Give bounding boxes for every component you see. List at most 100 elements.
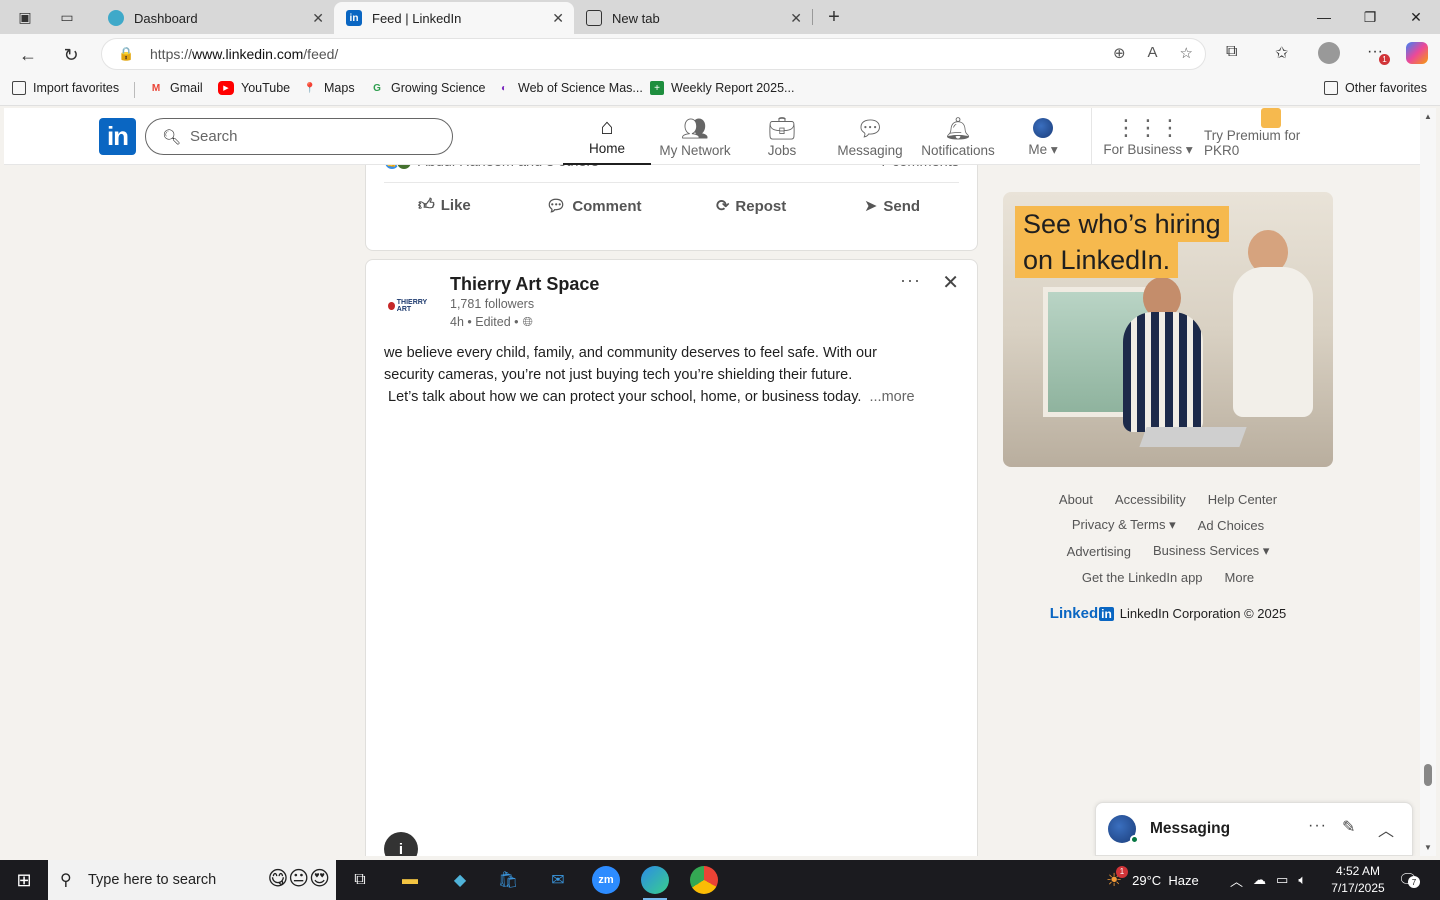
nav-label: Try Premium for PKR0 bbox=[1204, 128, 1301, 158]
edge-browser-icon[interactable] bbox=[641, 866, 669, 900]
like-button[interactable]: 👍︎ Like bbox=[418, 196, 471, 215]
web-of-science-icon: ◐ bbox=[500, 82, 508, 94]
profile-avatar-icon[interactable] bbox=[1318, 42, 1340, 64]
task-view-icon[interactable]: ⧉ bbox=[346, 866, 374, 894]
favorite-growing-science[interactable]: G Growing Science bbox=[370, 81, 485, 95]
tray-overflow-chevron-icon[interactable]: ︿ bbox=[1230, 871, 1243, 890]
footer-link-label: Privacy & Terms bbox=[1071, 517, 1166, 532]
compose-message-icon[interactable]: ✎ bbox=[1342, 817, 1355, 837]
taskbar-search-placeholder: Type here to search bbox=[88, 872, 217, 888]
favorite-gmail[interactable]: M Gmail bbox=[149, 81, 203, 95]
search-icon: ⚲ bbox=[60, 872, 72, 889]
nav-try-premium[interactable]: Try Premium for PKR0 bbox=[1204, 108, 1338, 165]
footer-link-get-app[interactable]: Get the LinkedIn app bbox=[1082, 570, 1203, 585]
close-tab-icon[interactable]: ✕ bbox=[790, 10, 802, 27]
tab-dashboard[interactable]: Dashboard ✕ bbox=[96, 2, 334, 34]
footer-link-ad-choices[interactable]: Ad Choices bbox=[1198, 518, 1264, 533]
scrollbar-thumb[interactable] bbox=[1424, 764, 1432, 786]
search-input[interactable]: 🔍︎ Search bbox=[145, 118, 453, 155]
clock[interactable]: 4:52 AM 7/17/2025 bbox=[1328, 863, 1388, 897]
linkedin-logo-icon[interactable]: in bbox=[99, 118, 136, 155]
comment-button[interactable]: 💬︎ Comment bbox=[546, 196, 641, 216]
restore-icon[interactable]: ❐ bbox=[1355, 6, 1385, 28]
favorite-maps[interactable]: 📍 Maps bbox=[303, 81, 355, 95]
file-explorer-icon[interactable]: ▬ bbox=[396, 866, 424, 894]
folder-icon bbox=[1324, 81, 1338, 95]
favorite-weekly-report[interactable]: + Weekly Report 2025... bbox=[650, 81, 794, 95]
post-text-line: Let’s talk about how we can protect your… bbox=[384, 389, 862, 405]
send-button[interactable]: ➤ Send bbox=[864, 196, 920, 216]
zoom-icon[interactable]: ⊕ bbox=[1113, 44, 1126, 62]
nav-notifications[interactable]: 🔔︎ Notifications bbox=[916, 108, 1000, 165]
close-window-icon[interactable]: ✕ bbox=[1401, 6, 1431, 28]
url-input[interactable]: 🔒 https://www.linkedin.com/feed/ ⊕ A ☆ bbox=[101, 38, 1206, 70]
taskbar-search-input[interactable]: ⚲ Type here to search 😋😐😍 bbox=[48, 860, 336, 900]
tab-actions-icon[interactable]: ▭ bbox=[56, 6, 78, 28]
info-icon[interactable]: i bbox=[384, 832, 418, 856]
nav-messaging[interactable]: 💬︎ Messaging bbox=[830, 108, 910, 165]
repost-button[interactable]: ⟳ Repost bbox=[716, 196, 786, 216]
volume-icon[interactable]: 🔈︎ bbox=[1298, 872, 1306, 888]
footer-link-privacy[interactable]: Privacy & Terms ▾ bbox=[1072, 517, 1176, 533]
onedrive-icon[interactable]: ☁ bbox=[1253, 872, 1266, 888]
new-tab-favicon bbox=[586, 10, 602, 26]
dismiss-post-icon[interactable]: ✕ bbox=[942, 270, 959, 295]
favorite-web-of-science[interactable]: ◐ Web of Science Mas... bbox=[497, 81, 643, 95]
network-icon[interactable]: ▭ bbox=[1276, 872, 1288, 888]
see-more-link[interactable]: ...more bbox=[870, 389, 915, 405]
workspaces-icon[interactable]: ▣ bbox=[14, 6, 36, 28]
footer-link-about[interactable]: About bbox=[1059, 492, 1093, 507]
close-tab-icon[interactable]: ✕ bbox=[312, 10, 324, 27]
page-scrollbar[interactable]: ▲ ▼ bbox=[1420, 108, 1436, 856]
new-tab-plus-icon[interactable]: + bbox=[823, 6, 845, 28]
close-tab-icon[interactable]: ✕ bbox=[552, 10, 564, 27]
nav-me[interactable]: Me ▾ bbox=[1018, 108, 1068, 165]
copilot-icon[interactable] bbox=[1406, 42, 1428, 64]
ad-laptop-graphic bbox=[1139, 427, 1247, 447]
windows-start-icon[interactable]: ⊞ bbox=[0, 860, 48, 900]
other-favorites[interactable]: Other favorites bbox=[1324, 81, 1427, 95]
nav-jobs[interactable]: 💼︎ Jobs bbox=[744, 108, 820, 165]
nav-for-business[interactable]: ⋮⋮⋮ For Business ▾ bbox=[1100, 108, 1196, 165]
footer-link-business-services[interactable]: Business Services ▾ bbox=[1153, 543, 1269, 559]
messaging-overlay[interactable]: Messaging ··· ✎ ︿ bbox=[1095, 802, 1413, 856]
favorite-import[interactable]: Import favorites bbox=[12, 81, 119, 95]
scroll-down-icon[interactable]: ▼ bbox=[1424, 843, 1432, 852]
tab-new-tab[interactable]: New tab ✕ bbox=[574, 2, 812, 34]
footer-link-more[interactable]: More bbox=[1225, 570, 1255, 585]
weather-widget[interactable]: ☀ 1 29°C Haze bbox=[1106, 860, 1199, 900]
footer-link-accessibility[interactable]: Accessibility bbox=[1115, 492, 1186, 507]
nav-my-network[interactable]: 👥︎ My Network bbox=[652, 108, 738, 165]
extensions-icon[interactable]: ⧉ bbox=[1226, 43, 1237, 61]
store-icon[interactable]: 🛍︎ bbox=[494, 866, 522, 894]
ad-banner[interactable]: See who’s hiring on LinkedIn. bbox=[1003, 192, 1333, 467]
briefcase-icon: 💼︎ bbox=[768, 116, 796, 141]
favorite-youtube[interactable]: ▶ YouTube bbox=[218, 81, 290, 95]
minimize-icon[interactable]: — bbox=[1309, 6, 1339, 28]
tab-linkedin[interactable]: in Feed | LinkedIn ✕ bbox=[334, 2, 574, 34]
company-logo[interactable]: THIERRY ART bbox=[388, 282, 436, 330]
action-center-icon[interactable]: 🗨︎7 bbox=[1398, 860, 1420, 900]
back-arrow-icon[interactable]: ← bbox=[15, 42, 41, 68]
post-options-icon[interactable]: ··· bbox=[900, 270, 921, 291]
read-aloud-icon[interactable]: A bbox=[1148, 44, 1158, 62]
zoom-app-icon[interactable]: zm bbox=[592, 866, 620, 894]
app-diamond-icon[interactable]: ◆ bbox=[446, 866, 474, 894]
mail-icon[interactable]: ✉ bbox=[544, 866, 572, 894]
chevron-up-icon[interactable]: ︿ bbox=[1378, 817, 1394, 841]
favorite-star-icon[interactable]: ☆ bbox=[1180, 44, 1193, 62]
post-meta: 4h • Edited • 🌐︎ bbox=[450, 314, 533, 330]
favorites-bar: Import favorites M Gmail ▶ YouTube 📍 Map… bbox=[0, 74, 1440, 106]
footer-link-advertising[interactable]: Advertising bbox=[1067, 544, 1131, 559]
favorites-icon[interactable]: ✩ bbox=[1275, 43, 1288, 63]
post-text-line: security cameras, you’re not just buying… bbox=[384, 367, 853, 383]
messaging-options-icon[interactable]: ··· bbox=[1308, 817, 1327, 835]
search-placeholder: Search bbox=[190, 128, 238, 145]
scroll-up-icon[interactable]: ▲ bbox=[1424, 112, 1432, 121]
nav-home[interactable]: ⌂ Home bbox=[563, 108, 651, 165]
chrome-browser-icon[interactable] bbox=[690, 866, 718, 894]
footer-link-help-center[interactable]: Help Center bbox=[1208, 492, 1277, 507]
refresh-icon[interactable]: ↻ bbox=[58, 42, 84, 68]
post-author[interactable]: Thierry Art Space bbox=[450, 274, 599, 295]
sheets-icon: + bbox=[650, 81, 664, 95]
